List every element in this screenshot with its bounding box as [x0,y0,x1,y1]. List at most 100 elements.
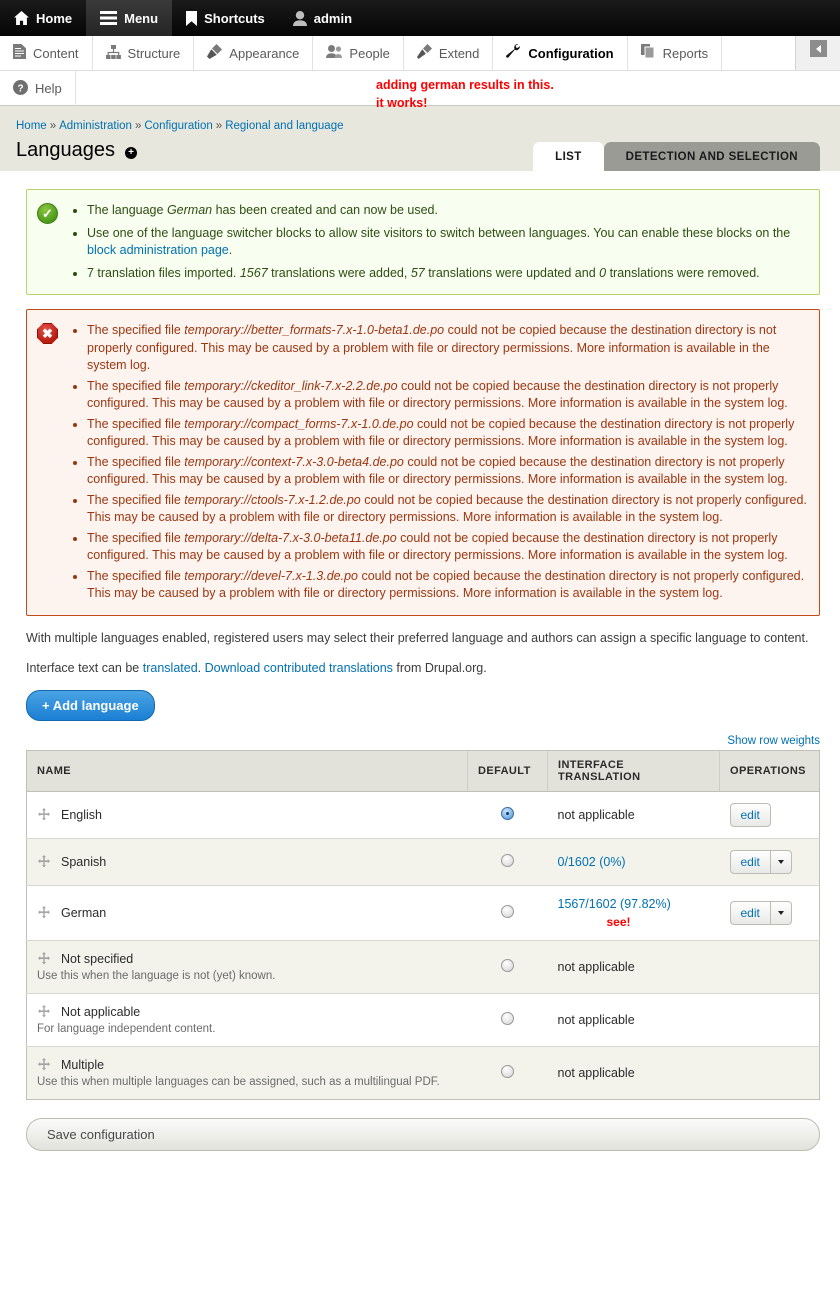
default-language-radio[interactable] [501,806,514,820]
edit-button[interactable]: edit [729,802,771,827]
drag-handle-icon[interactable] [37,807,51,822]
save-configuration-button[interactable]: Save configuration [26,1117,820,1151]
message-text: translations were updated and [424,265,600,280]
menu-item-help[interactable]: ? Help [0,71,76,106]
error-message-item: The specified file temporary://ckeditor_… [87,378,807,413]
annotation-line-2: it works! [376,96,428,110]
edit-button[interactable]: edit [729,900,770,925]
cell-interface-translation: not applicable [547,993,720,1047]
language-name-label: Spanish [61,854,107,869]
error-prefix: The specified file [87,416,185,431]
menu-item-content-label: Content [33,45,79,61]
default-language-radio[interactable] [501,1011,514,1025]
default-language-radio[interactable] [501,958,514,972]
menu-item-appearance-label: Appearance [229,45,300,61]
chevron-down-icon [777,910,784,915]
download-translations-link[interactable]: Download contributed translations [205,661,393,675]
cell-default [467,838,548,886]
page-content: ✓ The language German has been created a… [0,171,840,1151]
default-language-radio[interactable] [501,1064,514,1078]
intro-text-post: from Drupal.org. [392,660,487,675]
show-row-weights-link[interactable]: Show row weights [727,735,820,747]
page-title-text: Languages [16,139,115,161]
operations-dropdown-button[interactable] [769,900,792,925]
language-name-label: Multiple [61,1057,105,1072]
table-row: Multiple Use this when multiple languages… [26,1046,820,1099]
default-language-radio[interactable] [501,853,514,867]
language-name-label: Not applicable [61,1004,141,1019]
plug-icon [416,44,432,62]
translated-link[interactable]: translated [143,661,198,675]
menu-item-extend-label: Extend [438,45,480,61]
operations-group: edit [729,849,810,874]
breadcrumb-item-regional-and-language[interactable]: Regional and language [225,120,343,132]
language-description: Use this when the language is not (yet) … [37,969,276,982]
drag-handle-icon[interactable] [37,951,51,966]
menu-item-content[interactable]: Content [0,36,93,70]
status-message-item: The language German has been created and… [87,202,807,220]
edit-button[interactable]: edit [729,849,770,874]
menu-item-appearance[interactable]: Appearance [194,36,314,70]
toolbar-home-label: Home [36,10,73,26]
intro-paragraph-2: Interface text can be translated. Downlo… [26,660,820,677]
error-prefix: The specified file [87,454,185,469]
status-message-item: Use one of the language switcher blocks … [87,225,807,260]
error-file-path: temporary://compact_forms-7.x-1.0.de.po [184,416,414,431]
toolbar-menu-label: Menu [124,10,159,26]
annotation-toolbar: adding german results in this. it works! [376,76,554,112]
message-text: The language [87,203,167,217]
drag-handle-icon[interactable] [37,1057,51,1072]
drag-handle-icon [38,807,50,820]
svg-text:?: ? [17,83,23,94]
error-prefix: The specified file [87,492,185,507]
tab-list[interactable]: LIST [533,142,604,171]
breadcrumb-item-administration[interactable]: Administration [59,120,132,132]
block-administration-page-link[interactable]: block administration page [87,243,229,257]
translation-progress-link[interactable]: 1567/1602 (97.82%) [558,897,671,911]
toolbar-collapse-cell [795,36,840,70]
languages-table-head: NAME DEFAULT INTERFACE TRANSLATION OPERA… [26,750,820,792]
menu-item-extend[interactable]: Extend [404,36,494,70]
toolbar-home-button[interactable]: Home [0,0,86,36]
message-text: Use one of the language switcher blocks … [87,225,791,240]
add-circle-icon[interactable]: + [124,146,137,159]
status-message: ✓ The language German has been created a… [26,189,820,295]
error-file-path: temporary://context-7.x-3.0-beta4.de.po [184,454,404,469]
menu-item-structure-label: Structure [127,45,181,61]
operations-dropdown-button[interactable] [769,849,792,874]
menu-item-structure[interactable]: Structure [93,36,195,70]
cell-operations: edit [719,791,820,839]
cell-default [467,885,548,941]
tab-detection-and-selection[interactable]: DETECTION AND SELECTION [603,142,820,171]
admin-toolbar-top: Home Menu Shortcuts admin [0,0,840,36]
cell-name: Not applicable For language independent c… [26,993,468,1047]
default-language-radio[interactable] [501,904,514,918]
error-prefix: The specified file [87,378,185,393]
translation-progress-link[interactable]: 0/1602 (0%) [558,855,626,869]
menu-item-reports[interactable]: Reports [628,36,723,70]
breadcrumb-item-configuration[interactable]: Configuration [144,120,212,132]
cell-name: German [26,885,468,941]
language-name-label: Not specified [61,951,134,966]
operations-group: edit [729,900,810,925]
menu-item-configuration-label: Configuration [528,45,614,61]
error-message-item: The specified file temporary://devel-7.x… [87,568,807,603]
admin-menu-bar: Content Structure Appearance People Exte… [0,36,840,110]
drag-handle-icon[interactable] [37,905,51,920]
column-header-interface-translation: INTERFACE TRANSLATION [547,750,720,792]
toolbar-shortcuts-button[interactable]: Shortcuts [172,0,279,36]
menu-item-configuration[interactable]: Configuration [493,36,628,70]
breadcrumb-item-home[interactable]: Home [16,120,47,132]
drag-handle-icon[interactable] [37,854,51,869]
add-language-button[interactable]: + Add language [26,689,155,721]
annotation-line-1: adding german results in this. [376,78,554,92]
status-message-icon-wrap: ✓ [37,202,59,282]
menu-item-people[interactable]: People [313,36,404,70]
collapse-toolbar-button[interactable] [809,40,827,57]
error-message: ✖ The specified file temporary://better_… [26,309,820,616]
toolbar-menu-button[interactable]: Menu [86,0,173,36]
breadcrumb: Home» Administration» Configuration» Region… [16,120,824,132]
drag-handle-icon[interactable] [37,1004,51,1019]
toolbar-user-button[interactable]: admin [279,0,366,36]
status-message-item: 7 translation files imported. 1567 trans… [87,265,807,283]
